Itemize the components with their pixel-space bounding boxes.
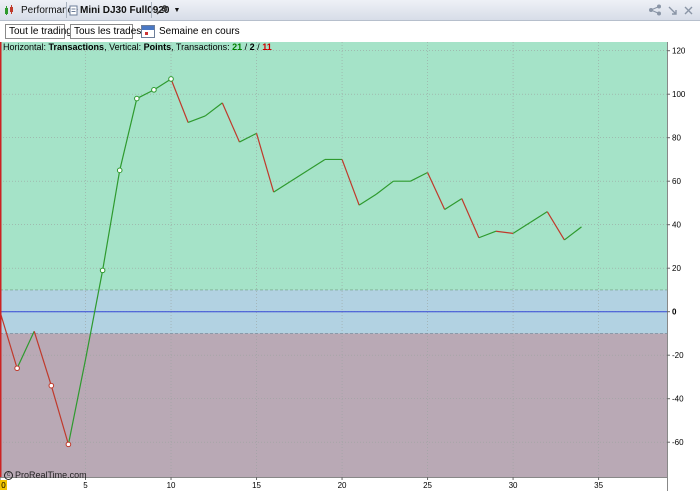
- info-slash: /: [242, 42, 250, 52]
- trade-marker: [168, 76, 174, 82]
- y-tick-label: -40: [672, 395, 684, 404]
- trading-period-dropdown[interactable]: Tout le trading ▼: [5, 24, 83, 39]
- y-tick-label: 20: [672, 264, 681, 273]
- y-tick-label: 120: [672, 47, 686, 56]
- chart-info-line: Horizontal: Transactions, Vertical: Poin…: [3, 42, 272, 52]
- y-tick-label: 60: [672, 177, 681, 186]
- expand-icon: [668, 6, 677, 15]
- close-icon: [684, 6, 693, 14]
- trade-type-dropdown-label: Tous les trades: [74, 26, 142, 37]
- filter-toolbar: Tout le trading ▼ Tous les trades ▼ Sema…: [0, 21, 700, 42]
- window-titlebar: Performance Mini DJ30 Full0920 ▼: [0, 0, 700, 21]
- share-icon: [649, 4, 661, 16]
- info-vertical-value: Points: [143, 42, 172, 52]
- equity-curve-chart[interactable]: 120 100 80 60 40 20 0 -20 -40 -60 0 5 10 15 20 25 30 35: [0, 42, 700, 491]
- x-tick-label: 15: [252, 481, 261, 490]
- settings-wrench-button[interactable]: [155, 2, 167, 18]
- x-tick-label: 20: [338, 481, 347, 490]
- y-tick-label: 80: [672, 134, 681, 143]
- calendar-icon: [141, 25, 155, 38]
- period-label: Semaine en cours: [159, 26, 240, 37]
- x-tick-label: 5: [83, 481, 88, 490]
- expand-button[interactable]: [668, 2, 677, 18]
- share-button[interactable]: [648, 2, 662, 18]
- close-button[interactable]: [684, 2, 693, 18]
- y-tick-label: 0: [672, 308, 677, 317]
- trade-marker: [116, 167, 123, 174]
- candlestick-icon: [5, 4, 13, 15]
- x-tick-label: 10: [167, 481, 176, 490]
- y-tick-label: -20: [672, 351, 684, 360]
- chevron-down-icon: ▼: [173, 6, 181, 14]
- trade-type-dropdown[interactable]: Tous les trades ▼: [70, 24, 152, 39]
- trade-marker: [65, 441, 72, 448]
- info-transactions-prefix: , Transactions:: [171, 42, 233, 52]
- left-edge-marker: [0, 42, 2, 477]
- period-selector[interactable]: Semaine en cours: [141, 24, 240, 39]
- losing-trades-count: 11: [262, 42, 272, 52]
- watermark: c ProRealTime.com: [4, 470, 87, 480]
- positive-zone: [0, 42, 667, 290]
- trade-marker: [151, 87, 157, 93]
- trade-marker: [99, 267, 106, 274]
- info-horizontal-value: Transactions: [48, 42, 105, 52]
- trade-marker: [134, 95, 140, 102]
- instrument-icon: [69, 5, 78, 15]
- y-tick-label: 40: [672, 221, 681, 230]
- y-tick-label: -60: [672, 438, 684, 447]
- trading-period-dropdown-label: Tout le trading: [9, 26, 72, 37]
- trade-marker: [48, 382, 55, 389]
- trade-marker: [14, 365, 20, 372]
- info-vertical-prefix: , Vertical:: [104, 42, 144, 52]
- copyright-icon: c: [4, 470, 13, 480]
- x-tick-label: 25: [423, 481, 432, 490]
- x-tick-label: 35: [594, 481, 603, 490]
- separator: [66, 2, 67, 18]
- wrench-icon: [156, 5, 167, 15]
- watermark-text: ProRealTime.com: [15, 470, 87, 480]
- performance-tab[interactable]: Performance: [4, 2, 78, 18]
- separator: [151, 2, 152, 18]
- x-axis-panel: [0, 477, 667, 491]
- y-tick-label: 100: [672, 90, 686, 99]
- winning-trades-count: 21: [232, 42, 243, 52]
- x-tick-label: 0: [1, 481, 6, 490]
- x-tick-label: 30: [509, 481, 518, 490]
- info-horizontal-prefix: Horizontal:: [3, 42, 49, 52]
